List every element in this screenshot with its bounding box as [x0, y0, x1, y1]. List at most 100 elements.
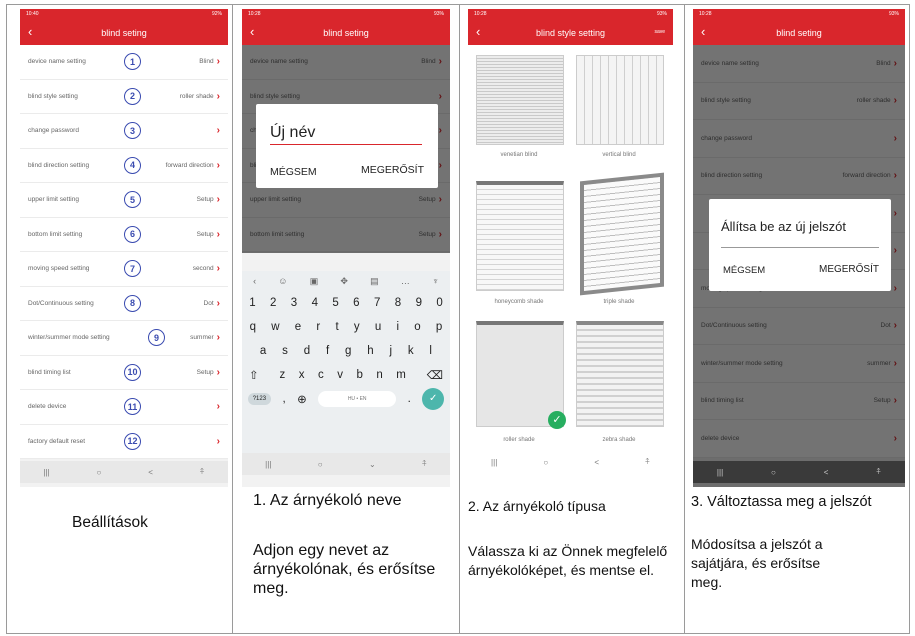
- keyboard-key[interactable]: a: [260, 345, 266, 357]
- keyboard-key[interactable]: 2: [270, 297, 276, 309]
- back-icon[interactable]: <: [148, 468, 153, 477]
- back-arrow-icon[interactable]: ‹: [250, 24, 254, 39]
- keyboard-key[interactable]: 8: [395, 297, 401, 309]
- settings-row[interactable]: blind direction setting 4 forward directio…: [20, 148, 228, 183]
- keyboard-key[interactable]: 0: [436, 297, 442, 309]
- keyboard-key[interactable]: t: [335, 321, 338, 333]
- enter-check-icon[interactable]: ✓: [422, 388, 445, 410]
- more-icon[interactable]: …: [401, 276, 410, 286]
- back-arrow-icon[interactable]: ‹: [701, 24, 705, 39]
- keyboard-key[interactable]: 9: [416, 297, 422, 309]
- keyboard-key[interactable]: s: [282, 345, 288, 357]
- settings-row[interactable]: delete device 11 ›: [20, 390, 228, 425]
- cursor-icon[interactable]: ✥: [340, 276, 348, 287]
- keyboard-hide-icon[interactable]: ⌄: [369, 460, 376, 469]
- emoji-icon[interactable]: ☺: [278, 276, 287, 286]
- cancel-button[interactable]: MÉGSEM: [270, 166, 317, 178]
- keyboard-key[interactable]: v: [337, 369, 343, 381]
- recent-apps-icon[interactable]: |||: [491, 458, 497, 467]
- settings-row[interactable]: blind timing list 10 Setup ›: [20, 355, 228, 390]
- settings-row[interactable]: bottom limit setting 6 Setup ›: [20, 217, 228, 252]
- globe-icon[interactable]: ⊕: [297, 392, 307, 406]
- keyboard-key[interactable]: p: [436, 321, 442, 333]
- keyboard-key[interactable]: n: [376, 369, 382, 381]
- keyboard-key[interactable]: u: [375, 321, 381, 333]
- confirm-button[interactable]: MEGERŐSÍT: [361, 164, 424, 176]
- confirm-button[interactable]: MEGERŐSÍT: [819, 264, 879, 275]
- zebra-shade-image[interactable]: [576, 321, 664, 427]
- keyboard-key[interactable]: 3: [291, 297, 297, 309]
- keyboard-key[interactable]: 1: [249, 297, 255, 309]
- back-icon[interactable]: <: [594, 458, 599, 467]
- triple-shade-image[interactable]: [580, 172, 664, 296]
- keyboard-key[interactable]: w: [271, 321, 279, 333]
- keyboard-key[interactable]: r: [316, 321, 320, 333]
- settings-row[interactable]: change password 3 ›: [20, 114, 228, 149]
- back-arrow-icon[interactable]: ‹: [476, 24, 480, 39]
- settings-row[interactable]: device name setting 1 Blind ›: [20, 45, 228, 80]
- keyboard-key[interactable]: d: [304, 345, 310, 357]
- period-key[interactable]: .: [408, 393, 411, 405]
- keyboard-toolbar: ‹ ☺ ▣ ✥ ▤ … ♆: [242, 271, 450, 291]
- keyboard-key[interactable]: l: [429, 345, 432, 357]
- vertical-blind-image[interactable]: [576, 55, 664, 145]
- back-arrow-icon[interactable]: ‹: [28, 24, 32, 39]
- keyboard-key[interactable]: f: [326, 345, 329, 357]
- settings-row[interactable]: upper limit setting 5 Setup ›: [20, 183, 228, 218]
- accessibility-icon[interactable]: ⍏: [876, 467, 881, 477]
- keyboard-key[interactable]: x: [299, 369, 305, 381]
- recent-apps-icon[interactable]: |||: [265, 460, 271, 469]
- keyboard-key[interactable]: m: [396, 369, 406, 381]
- accessibility-icon[interactable]: ⍏: [422, 459, 427, 469]
- shift-icon[interactable]: ⇧: [249, 368, 259, 382]
- back-icon[interactable]: <: [824, 468, 829, 477]
- home-icon[interactable]: ○: [543, 458, 548, 467]
- rename-dialog: Új név MÉGSEM MEGERŐSÍT: [256, 104, 438, 188]
- accessibility-icon[interactable]: ⍏: [645, 457, 650, 467]
- keyboard-key[interactable]: k: [408, 345, 414, 357]
- save-button[interactable]: save: [654, 29, 665, 35]
- cancel-button[interactable]: MÉGSEM: [723, 265, 765, 276]
- name-input[interactable]: Új név: [270, 124, 422, 145]
- home-icon[interactable]: ○: [318, 460, 323, 469]
- keyboard-key[interactable]: e: [295, 321, 301, 333]
- keyboard-key[interactable]: j: [389, 345, 392, 357]
- roller-shade-image[interactable]: [476, 321, 564, 427]
- recent-apps-icon[interactable]: |||: [43, 468, 49, 477]
- keyboard-key[interactable]: 5: [332, 297, 338, 309]
- venetian-blind-image[interactable]: [476, 55, 564, 145]
- settings-row[interactable]: Dot/Continuous setting 8 Dot ›: [20, 286, 228, 321]
- keyboard-key[interactable]: b: [356, 369, 362, 381]
- clipboard-icon[interactable]: ▤: [370, 276, 379, 287]
- home-icon[interactable]: ○: [97, 468, 102, 477]
- keyboard-key[interactable]: o: [414, 321, 420, 333]
- symbols-key[interactable]: ?123: [247, 393, 272, 405]
- settings-row[interactable]: moving speed setting 7 second ›: [20, 252, 228, 287]
- honeycomb-shade-image[interactable]: [476, 181, 564, 291]
- keyboard-key[interactable]: c: [318, 369, 324, 381]
- space-bar[interactable]: HU • EN: [318, 391, 397, 407]
- keyboard-key[interactable]: 7: [374, 297, 380, 309]
- accessibility-icon[interactable]: ⍏: [200, 467, 205, 477]
- backspace-icon[interactable]: ⌫: [427, 368, 443, 382]
- keyboard-row-2: asdfghjkl: [242, 339, 450, 363]
- keyboard-key[interactable]: h: [367, 345, 373, 357]
- keyboard-key[interactable]: 6: [353, 297, 359, 309]
- settings-row[interactable]: winter/summer mode setting 9 summer ›: [20, 321, 228, 356]
- mic-icon[interactable]: ♆: [432, 276, 439, 286]
- settings-row[interactable]: blind style setting 2 roller shade ›: [20, 79, 228, 114]
- recent-apps-icon[interactable]: |||: [717, 468, 723, 477]
- keyboard-key[interactable]: i: [396, 321, 399, 333]
- keyboard-key[interactable]: y: [354, 321, 360, 333]
- comma-key[interactable]: ,: [282, 393, 285, 405]
- settings-row[interactable]: factory default reset 12 ›: [20, 424, 228, 459]
- keyboard-key[interactable]: g: [345, 345, 351, 357]
- password-input[interactable]: [721, 247, 879, 248]
- keyboard-collapse-icon[interactable]: ‹: [253, 276, 256, 286]
- settings-row-label: bottom limit setting: [28, 230, 83, 238]
- keyboard-key[interactable]: z: [279, 369, 285, 381]
- home-icon[interactable]: ○: [771, 468, 776, 477]
- keyboard-key[interactable]: 4: [312, 297, 318, 309]
- sticker-icon[interactable]: ▣: [310, 276, 319, 287]
- keyboard-key[interactable]: q: [250, 321, 256, 333]
